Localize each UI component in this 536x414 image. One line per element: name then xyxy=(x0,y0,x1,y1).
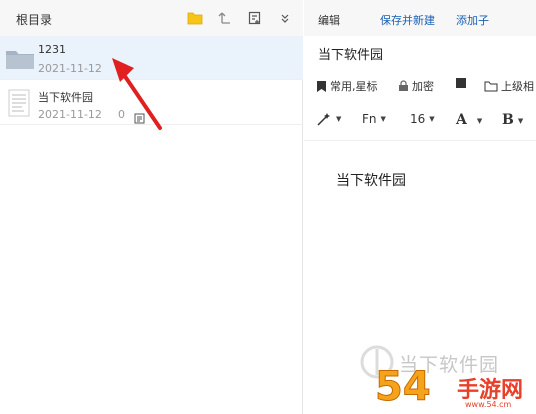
editor-toolbar-1: 常用,星标 加密 上级相 xyxy=(304,72,536,100)
folder-icon xyxy=(5,48,35,74)
stop-icon[interactable] xyxy=(456,78,466,88)
note-list-panel: 根目录 1231 2021-11-12 当下软件园 2021-11-12 0 xyxy=(0,0,303,414)
font-size-select[interactable]: 16 ▼ xyxy=(410,112,435,126)
font-size-value: 16 xyxy=(410,112,426,126)
annotation-arrow-icon xyxy=(112,58,162,130)
chevron-down-icon: ▼ xyxy=(517,115,524,125)
item-date: 2021-11-12 xyxy=(38,108,102,121)
chevron-down-icon: ▼ xyxy=(380,115,386,123)
favorite-label: 常用,星标 xyxy=(330,80,378,93)
folder-icon[interactable] xyxy=(186,9,204,27)
superior-button[interactable]: 上级相 xyxy=(484,78,534,94)
item-title: 当下软件园 xyxy=(38,91,93,104)
encrypt-button[interactable]: 加密 xyxy=(398,78,434,94)
editor-toolbar-2: ▼ Fn ▼ 16 ▼ A ▼ B ▼ xyxy=(304,106,536,134)
save-and-new-button[interactable]: 保存并新建 xyxy=(380,12,435,28)
lock-icon xyxy=(399,80,408,91)
bold-button[interactable]: B ▼ xyxy=(502,112,523,128)
font-select[interactable]: Fn ▼ xyxy=(362,112,386,126)
chevron-down-icon: ▼ xyxy=(429,115,435,123)
editor-body-text[interactable]: 当下软件园 xyxy=(336,170,406,190)
chevron-down-icon: ▼ xyxy=(336,115,342,123)
font-label: Fn xyxy=(362,112,377,126)
font-color-label: A xyxy=(456,112,467,128)
edit-button[interactable]: 编辑 xyxy=(318,12,340,28)
magic-format-button[interactable]: ▼ xyxy=(316,112,341,126)
expand-more-icon[interactable] xyxy=(276,9,294,27)
watermark: 当下软件园 54 手游网 www.54.cm xyxy=(355,342,536,414)
new-note-icon[interactable] xyxy=(246,9,264,27)
watermark-logo-number: 54 xyxy=(375,364,432,411)
bold-label: B xyxy=(502,112,514,128)
item-title: 1231 xyxy=(38,43,66,56)
favorite-button[interactable]: 常用,星标 xyxy=(316,78,378,94)
superior-label: 上级相 xyxy=(501,80,534,93)
font-color-button[interactable]: A ▼ xyxy=(456,112,482,128)
magic-wand-icon xyxy=(317,113,330,126)
root-directory-label: 根目录 xyxy=(16,13,53,27)
list-toolbar: 根目录 xyxy=(0,0,303,36)
bookmark-icon xyxy=(317,80,326,92)
item-date: 2021-11-12 xyxy=(38,62,102,75)
toolbar-divider xyxy=(304,140,536,141)
editor-top-bar: 编辑 保存并新建 添加子 xyxy=(304,0,536,36)
up-arrow-icon[interactable] xyxy=(216,9,234,27)
encrypt-label: 加密 xyxy=(412,80,434,93)
document-icon xyxy=(8,89,30,121)
folder-outline-icon xyxy=(484,81,498,92)
document-title[interactable]: 当下软件园 xyxy=(318,44,383,63)
add-child-button[interactable]: 添加子 xyxy=(456,12,489,28)
watermark-url: www.54.cm xyxy=(465,400,512,409)
chevron-down-icon: ▼ xyxy=(476,115,483,125)
